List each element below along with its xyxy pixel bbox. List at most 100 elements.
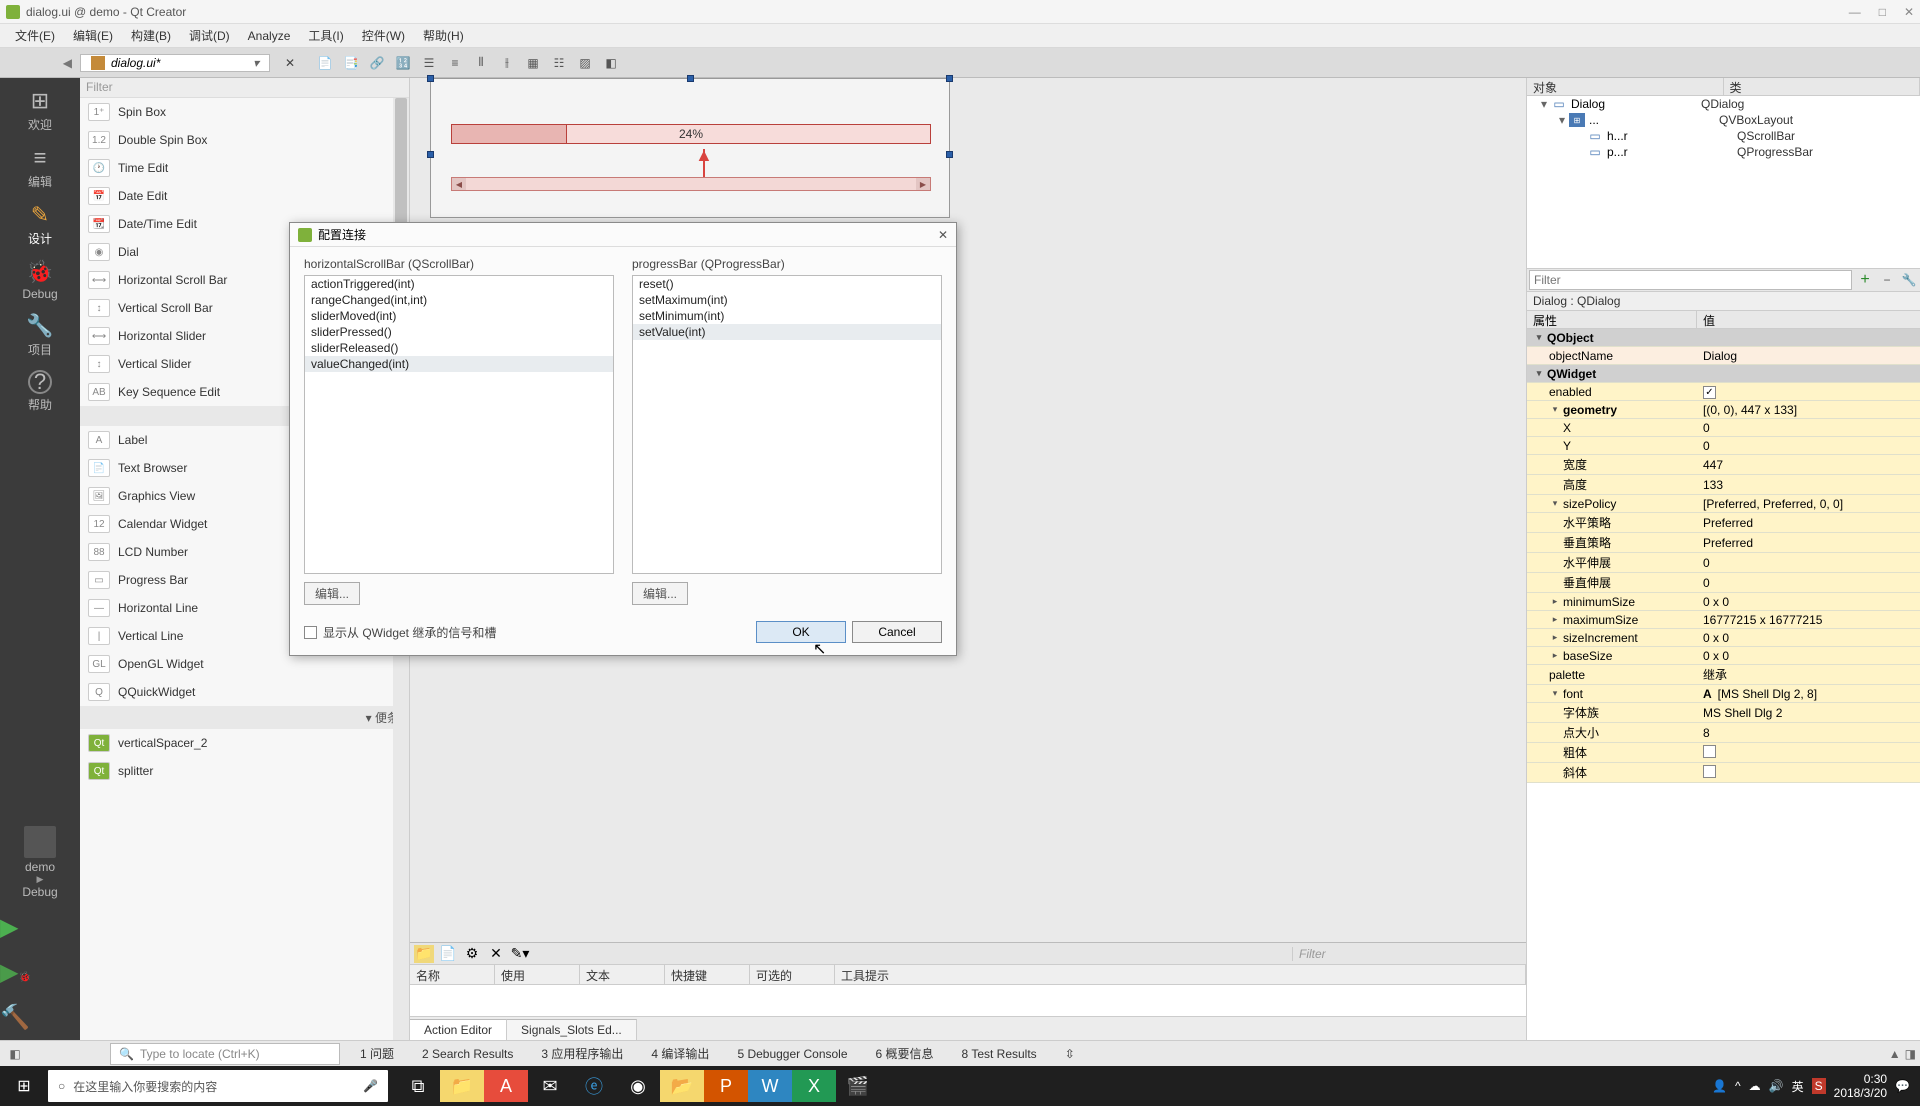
signal-item[interactable]: rangeChanged(int,int) [305, 292, 613, 308]
maximize-button[interactable]: □ [1879, 5, 1886, 19]
people-icon[interactable]: 👤 [1712, 1079, 1727, 1093]
obj-tree-header-name[interactable]: 对象 [1527, 78, 1724, 95]
property-row[interactable]: enabled✓ [1527, 383, 1920, 401]
layout-vert-icon[interactable]: ≡ [442, 51, 468, 75]
edit-tab-order-icon[interactable]: 🔢 [390, 51, 416, 75]
property-row[interactable]: ▸baseSize0 x 0 [1527, 647, 1920, 665]
object-tree-row[interactable]: ▭h...rQScrollBar [1527, 128, 1920, 144]
delete-action-icon[interactable]: ✕ [486, 945, 506, 963]
media-icon[interactable]: 🎬 [836, 1070, 880, 1102]
property-row[interactable]: 斜体 [1527, 763, 1920, 783]
menu-help[interactable]: 帮助(H) [414, 27, 473, 44]
action-table-body[interactable] [410, 985, 1526, 1016]
scroll-left-icon[interactable]: ◀ [452, 178, 466, 190]
prop-header-name[interactable]: 属性 [1527, 311, 1697, 328]
object-inspector[interactable]: ▾▭DialogQDialog▾⊞...QVBoxLayout▭h...rQSc… [1527, 96, 1920, 268]
property-row[interactable]: ▾geometry[(0, 0), 447 x 133] [1527, 401, 1920, 419]
widget-date-edit[interactable]: 📅Date Edit [80, 182, 409, 210]
edit-signals-button[interactable]: 编辑... [304, 582, 360, 605]
action-filter[interactable]: Filter [1292, 947, 1522, 961]
project-selector[interactable]: demo ▶ Debug [0, 820, 80, 905]
close-document-icon[interactable]: ✕ [278, 52, 302, 74]
ok-button[interactable]: OK [756, 621, 846, 643]
excel-icon[interactable]: X [792, 1070, 836, 1102]
layout-vert-splitter-icon[interactable]: ⫲ [494, 51, 520, 75]
notifications-icon[interactable]: 💬 [1895, 1079, 1910, 1093]
slot-item[interactable]: reset() [633, 276, 941, 292]
object-tree-row[interactable]: ▾⊞...QVBoxLayout [1527, 112, 1920, 128]
property-row[interactable]: 宽度447 [1527, 455, 1920, 475]
menu-debug[interactable]: 调试(D) [180, 27, 239, 44]
signal-item[interactable]: sliderPressed() [305, 324, 613, 340]
dialog-form[interactable]: 24% ▲ ◀ ▶ [430, 78, 950, 218]
output-compile[interactable]: 4 编译输出 [637, 1045, 723, 1062]
layout-grid-icon[interactable]: ▦ [520, 51, 546, 75]
sidebar-toggle-icon[interactable]: ◧ [4, 1047, 26, 1061]
signal-list[interactable]: actionTriggered(int)rangeChanged(int,int… [304, 275, 614, 574]
action-properties-icon[interactable]: ✎▾ [510, 945, 530, 963]
menu-tools[interactable]: 工具(I) [299, 27, 352, 44]
tab-signals-slots[interactable]: Signals_Slots Ed... [507, 1019, 637, 1040]
powerpoint-icon[interactable]: P [704, 1070, 748, 1102]
property-row[interactable]: palette继承 [1527, 665, 1920, 685]
progressbar-widget[interactable]: 24% [451, 124, 931, 144]
nav-back-icon[interactable]: ◀ [0, 56, 80, 70]
widgetbox-filter[interactable]: Filter [80, 78, 409, 98]
mode-edit[interactable]: ≡编辑 [0, 139, 80, 196]
property-row[interactable]: 点大小8 [1527, 723, 1920, 743]
object-tree-row[interactable]: ▾▭DialogQDialog [1527, 96, 1920, 112]
tray-ime-icon[interactable]: 英 [1792, 1078, 1804, 1095]
signal-item[interactable]: actionTriggered(int) [305, 276, 613, 292]
build-button[interactable]: 🔨 [0, 995, 80, 1040]
action-icon-3[interactable]: ⚙ [462, 945, 482, 963]
output-issues[interactable]: 1 问题 [346, 1045, 408, 1062]
mode-debug[interactable]: 🐞Debug [0, 253, 80, 307]
edit-widgets-icon[interactable]: 📄 [312, 51, 338, 75]
property-group[interactable]: ▾QWidget [1527, 365, 1920, 383]
property-row[interactable]: ▸maximumSize16777215 x 16777215 [1527, 611, 1920, 629]
show-inherited-checkbox[interactable]: 显示从 QWidget 继承的信号和槽 [304, 624, 496, 641]
menu-widgets[interactable]: 控件(W) [353, 27, 414, 44]
output-test[interactable]: 8 Test Results [948, 1047, 1051, 1061]
property-filter[interactable] [1529, 270, 1852, 290]
adjust-size-icon[interactable]: ◧ [598, 51, 624, 75]
signal-item[interactable]: sliderMoved(int) [305, 308, 613, 324]
slot-list[interactable]: reset()setMaximum(int)setMinimum(int)set… [632, 275, 942, 574]
sidebar-right-toggle-icon[interactable]: ◨ [1905, 1047, 1916, 1061]
property-row[interactable]: 垂直伸展0 [1527, 573, 1920, 593]
widget-splitter[interactable]: Qtsplitter [80, 757, 409, 785]
progress-toggle-icon[interactable]: ▲ [1889, 1047, 1901, 1061]
property-row[interactable]: 水平伸展0 [1527, 553, 1920, 573]
task-view-icon[interactable]: ⧉ [396, 1070, 440, 1102]
slot-item[interactable]: setValue(int) [633, 324, 941, 340]
property-row[interactable]: ▸minimumSize0 x 0 [1527, 593, 1920, 611]
tray-cloud-icon[interactable]: ☁ [1749, 1079, 1761, 1093]
output-search[interactable]: 2 Search Results [408, 1047, 527, 1061]
folder-icon[interactable]: 📂 [660, 1070, 704, 1102]
menu-file[interactable]: 文件(E) [6, 27, 64, 44]
output-debugger[interactable]: 5 Debugger Console [723, 1047, 861, 1061]
tray-chevron-icon[interactable]: ^ [1735, 1079, 1741, 1093]
dialog-close-icon[interactable]: ✕ [938, 228, 948, 242]
property-row[interactable]: 字体族MS Shell Dlg 2 [1527, 703, 1920, 723]
mode-design[interactable]: ✎设计 [0, 196, 80, 253]
property-row[interactable]: ▾sizePolicy[Preferred, Preferred, 0, 0] [1527, 495, 1920, 513]
edit-slots-button[interactable]: 编辑... [632, 582, 688, 605]
property-row[interactable]: 水平策略Preferred [1527, 513, 1920, 533]
debug-run-button[interactable]: ▶🐞 [0, 950, 80, 995]
new-action-icon[interactable]: 📁 [414, 945, 434, 963]
menu-analyze[interactable]: Analyze [239, 29, 300, 43]
widget-verticalspacer_2[interactable]: QtverticalSpacer_2 [80, 729, 409, 757]
cortana-search[interactable]: ○ 在这里输入你要搜索的内容 🎤 [48, 1070, 388, 1102]
property-row[interactable]: X0 [1527, 419, 1920, 437]
property-row[interactable]: Y0 [1527, 437, 1920, 455]
add-property-icon[interactable]: + [1854, 271, 1876, 289]
layout-horiz-splitter-icon[interactable]: ⫴ [468, 51, 494, 75]
tab-action-editor[interactable]: Action Editor [410, 1019, 507, 1040]
widget-double-spin-box[interactable]: 1.2Double Spin Box [80, 126, 409, 154]
edit-buddies-icon[interactable]: 🔗 [364, 51, 390, 75]
locator-input[interactable]: 🔍 Type to locate (Ctrl+K) [110, 1043, 340, 1065]
start-button[interactable]: ⊞ [0, 1076, 48, 1096]
action-icon-2[interactable]: 📄 [438, 945, 458, 963]
property-row[interactable]: objectNameDialog [1527, 347, 1920, 365]
